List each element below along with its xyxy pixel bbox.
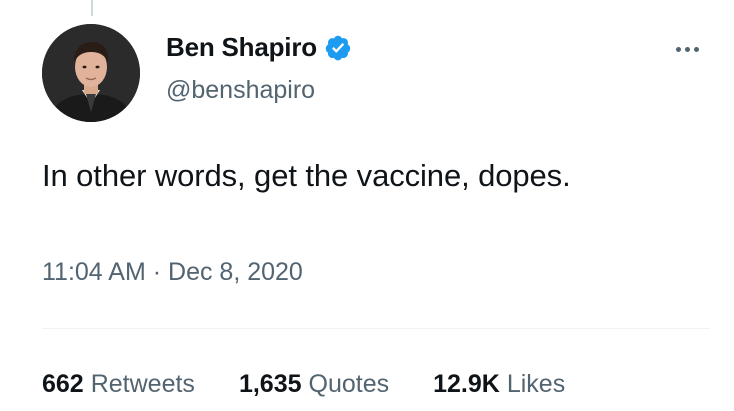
retweets-label: Retweets: [90, 370, 195, 398]
verified-badge-icon: [325, 35, 351, 60]
retweets-stat[interactable]: 662 Retweets: [42, 370, 195, 399]
quotes-stat[interactable]: 1,635 Quotes: [239, 370, 389, 399]
likes-label: Likes: [506, 370, 566, 398]
likes-stat[interactable]: 12.9K Likes: [433, 370, 565, 399]
more-options-icon[interactable]: [670, 38, 704, 60]
avatar-image: [42, 24, 140, 122]
more-dot: [675, 46, 681, 52]
tweet-date: Dec 8, 2020: [168, 258, 303, 286]
tweet-card: Ben Shapiro @benshapiro In other words, …: [0, 0, 734, 411]
thread-line: [91, 0, 93, 16]
tweet-text: In other words, get the vaccine, dopes.: [42, 158, 571, 193]
tweet-timestamp[interactable]: 11:04 AM · Dec 8, 2020: [42, 258, 303, 287]
retweets-count: 662: [42, 370, 84, 398]
more-dot: [693, 46, 699, 52]
likes-count: 12.9K: [433, 370, 500, 398]
divider: [42, 328, 710, 329]
more-dot: [684, 46, 690, 52]
meta-separator: ·: [152, 258, 162, 286]
tweet-time: 11:04 AM: [42, 258, 146, 286]
author-display-name[interactable]: Ben Shapiro: [166, 32, 317, 63]
quotes-label: Quotes: [308, 370, 390, 398]
quotes-count: 1,635: [238, 370, 302, 398]
author-handle[interactable]: @benshapiro: [166, 76, 315, 105]
author-name-row: Ben Shapiro: [166, 32, 352, 63]
avatar[interactable]: [42, 24, 140, 122]
tweet-stats: 662 Retweets 1,635 Quotes 12.9K Likes: [42, 370, 565, 399]
